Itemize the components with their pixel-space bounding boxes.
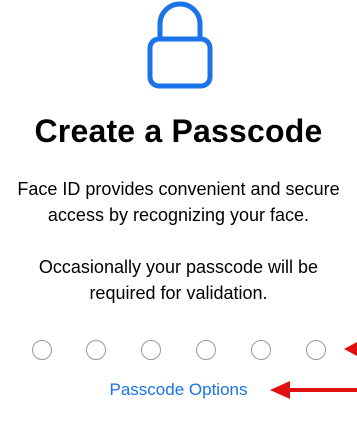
passcode-dots <box>0 340 357 362</box>
page-title: Create a Passcode <box>34 113 323 149</box>
passcode-dot <box>196 340 216 360</box>
passcode-dot <box>32 340 52 360</box>
passcode-dot <box>141 340 161 360</box>
lock-icon <box>147 1 213 89</box>
red-arrow-icon <box>344 342 357 356</box>
face-id-description: Face ID provides convenient and secure a… <box>17 179 340 225</box>
passcode-dot <box>251 340 271 360</box>
passcode-dot <box>306 340 326 360</box>
validation-description: Occasionally your passcode will be requi… <box>38 257 319 303</box>
create-passcode-screen: Create a Passcode Face ID provides conve… <box>0 0 357 432</box>
red-arrow-icon <box>270 381 357 399</box>
passcode-dot <box>86 340 106 360</box>
